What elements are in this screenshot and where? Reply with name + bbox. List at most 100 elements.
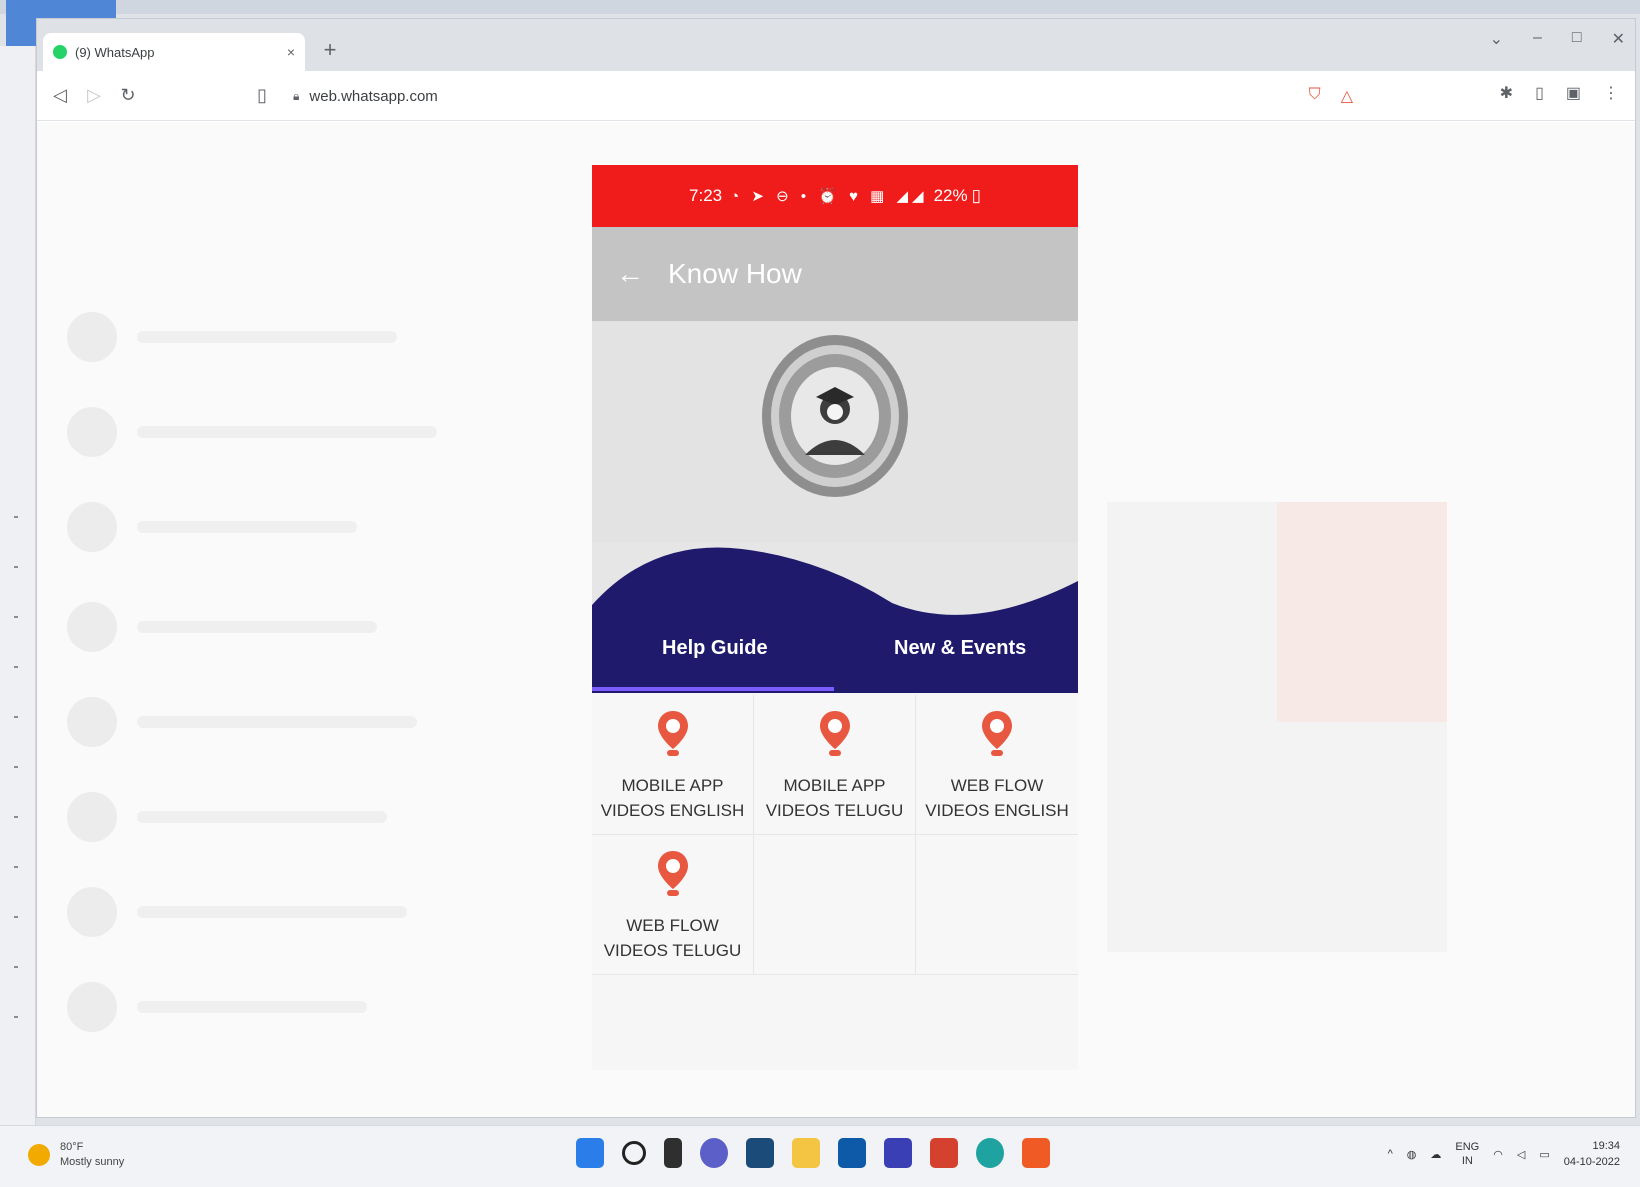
extensions-pin-icon[interactable]: ✱	[1500, 83, 1513, 103]
back-icon[interactable]: ◁	[43, 85, 77, 106]
tab-whatsapp[interactable]: (9) WhatsApp ×	[43, 33, 305, 71]
item-label-line2: VIDEOS TELUGU	[765, 801, 904, 820]
reload-icon[interactable]: ↻	[111, 85, 145, 106]
tab-help-guide[interactable]: Help Guide	[662, 637, 768, 660]
close-tab-button[interactable]: ×	[287, 44, 295, 60]
chat-row	[67, 492, 517, 562]
seal-logo	[762, 335, 908, 497]
tray-app-icon[interactable]: ◍	[1407, 1148, 1417, 1161]
lang-bottom[interactable]: IN	[1455, 1154, 1479, 1168]
sun-icon	[28, 1144, 50, 1166]
status-bar: 7:23 ◔ ➤ ⊖ • ⏰ ♥ ▦ ◢◢ 22% ▯	[592, 165, 1078, 227]
wallet-icon[interactable]: ▣	[1566, 83, 1581, 103]
chat-row	[67, 877, 517, 947]
maximize-button[interactable]: □	[1572, 29, 1582, 49]
item-label-line1: WEB FLOW	[950, 776, 1044, 795]
task-view-icon[interactable]	[664, 1138, 682, 1168]
app-bar: ← Know How	[592, 227, 1078, 321]
extension-icons: ⛉ △	[1309, 86, 1353, 106]
whatsapp-icon	[53, 45, 67, 59]
clock[interactable]: 19:34 04-10-2022	[1564, 1138, 1620, 1170]
hero-section	[592, 321, 1078, 561]
search-icon[interactable]	[622, 1141, 646, 1165]
chat-row	[67, 972, 517, 1042]
toolbar-right-controls: ✱ ▯ ▣ ⋮	[1500, 83, 1619, 103]
video-pin-icon	[657, 711, 688, 756]
bookmark-icon[interactable]: ▯	[245, 85, 279, 106]
ruler-tick	[14, 916, 18, 918]
brave-shield-icon[interactable]: ⛉	[1309, 86, 1321, 106]
new-tab-button[interactable]: +	[315, 37, 345, 63]
ruler-tick	[14, 666, 18, 668]
screen-top-strip	[0, 0, 1640, 46]
edge-icon[interactable]	[976, 1138, 1004, 1168]
weather-widget[interactable]: 80°F Mostly sunny	[28, 1140, 124, 1170]
tab-title: (9) WhatsApp	[75, 44, 155, 60]
store-icon[interactable]	[746, 1138, 774, 1168]
start-icon[interactable]	[576, 1138, 604, 1168]
ruler-tick	[14, 566, 18, 568]
ruler-tick	[14, 616, 18, 618]
phone-screenshot: 7:23 ◔ ➤ ⊖ • ⏰ ♥ ▦ ◢◢ 22% ▯ ← Know How H…	[592, 165, 1078, 1070]
grid-item-mobile-telugu[interactable]: MOBILE APP VIDEOS TELUGU	[754, 695, 916, 835]
item-label-line2: VIDEOS ENGLISH	[600, 801, 745, 820]
sidebar-icon[interactable]: ▯	[1535, 83, 1544, 103]
battery-icon: ▯	[971, 186, 981, 205]
url-text[interactable]: web.whatsapp.com	[309, 88, 437, 105]
video-pin-icon	[657, 851, 688, 896]
ruler-tick	[14, 766, 18, 768]
system-tray: ^ ◍ ☁ ENG IN ◠ ◁ ▭ 19:34 04-10-2022	[1388, 1138, 1620, 1170]
office-app-icon[interactable]	[930, 1138, 958, 1168]
media-app-icon[interactable]	[884, 1138, 912, 1168]
ruler-tick	[14, 716, 18, 718]
chat-row	[67, 687, 517, 757]
grid-item-mobile-english[interactable]: MOBILE APP VIDEOS ENGLISH	[592, 695, 754, 835]
close-window-button[interactable]: ✕	[1612, 29, 1625, 49]
grid-item-web-telugu[interactable]: WEB FLOW VIDEOS TELUGU	[592, 835, 754, 975]
grid-empty-cell	[754, 835, 916, 975]
tab-search-button[interactable]: ⌄	[1490, 29, 1503, 49]
item-label-line2: VIDEOS TELUGU	[603, 941, 742, 960]
back-arrow-icon[interactable]: ←	[592, 258, 668, 290]
item-label-line1: WEB FLOW	[626, 916, 719, 935]
clock-date: 04-10-2022	[1563, 1156, 1620, 1168]
taskbar-apps	[576, 1138, 1050, 1168]
rewards-icon[interactable]: △	[1341, 86, 1353, 106]
battery-icon[interactable]: ▭	[1539, 1148, 1549, 1161]
grid-empty-cell	[916, 835, 1078, 975]
menu-icon[interactable]: ⋮	[1603, 83, 1619, 103]
browser-toolbar: ◁ ▷ ↻ ▯ 🔒︎ web.whatsapp.com ⛉ △ ✱ ▯ ▣ ⋮	[37, 71, 1635, 121]
wifi-icon[interactable]: ◠	[1493, 1148, 1503, 1161]
onedrive-icon[interactable]: ☁	[1430, 1148, 1441, 1161]
background-ruler	[0, 46, 36, 1126]
wave-shape	[592, 543, 1078, 693]
grid-item-web-english[interactable]: WEB FLOW VIDEOS ENGLISH	[916, 695, 1078, 835]
forward-icon[interactable]: ▷	[77, 85, 111, 106]
app-title: Know How	[668, 258, 802, 289]
weather-desc: Mostly sunny	[60, 1156, 125, 1168]
tab-bar: (9) WhatsApp × + ⌄ – □ ✕	[37, 19, 1635, 71]
window-controls: ⌄ – □ ✕	[1490, 29, 1625, 49]
chat-row	[67, 302, 517, 372]
ruler-tick	[14, 516, 18, 518]
minimize-button[interactable]: –	[1533, 29, 1542, 49]
chat-row	[67, 397, 517, 467]
file-explorer-icon[interactable]	[792, 1138, 820, 1168]
video-grid: MOBILE APP VIDEOS ENGLISH MOBILE APP VID…	[592, 695, 1078, 975]
status-time: 7:23	[689, 186, 723, 205]
mail-icon[interactable]	[838, 1138, 866, 1168]
chat-icon[interactable]	[700, 1138, 728, 1168]
brave-icon[interactable]	[1022, 1138, 1050, 1168]
volume-icon[interactable]: ◁	[1517, 1148, 1525, 1161]
item-label-line2: VIDEOS ENGLISH	[925, 801, 1069, 820]
taskbar: 80°F Mostly sunny ^ ◍ ☁ ENG IN ◠ ◁ ▭ 19:…	[0, 1125, 1640, 1187]
video-pin-icon	[819, 711, 850, 756]
battery-level: 22%	[933, 186, 968, 205]
address-bar[interactable]: 🔒︎ web.whatsapp.com ⛉ △	[293, 79, 1393, 113]
tab-news-events[interactable]: New & Events	[894, 637, 1026, 660]
lang-top[interactable]: ENG	[1455, 1140, 1479, 1154]
video-pin-icon	[982, 711, 1012, 756]
clock-time: 19:34	[1592, 1140, 1620, 1152]
chevron-up-icon[interactable]: ^	[1388, 1148, 1393, 1160]
chat-row	[67, 782, 517, 852]
